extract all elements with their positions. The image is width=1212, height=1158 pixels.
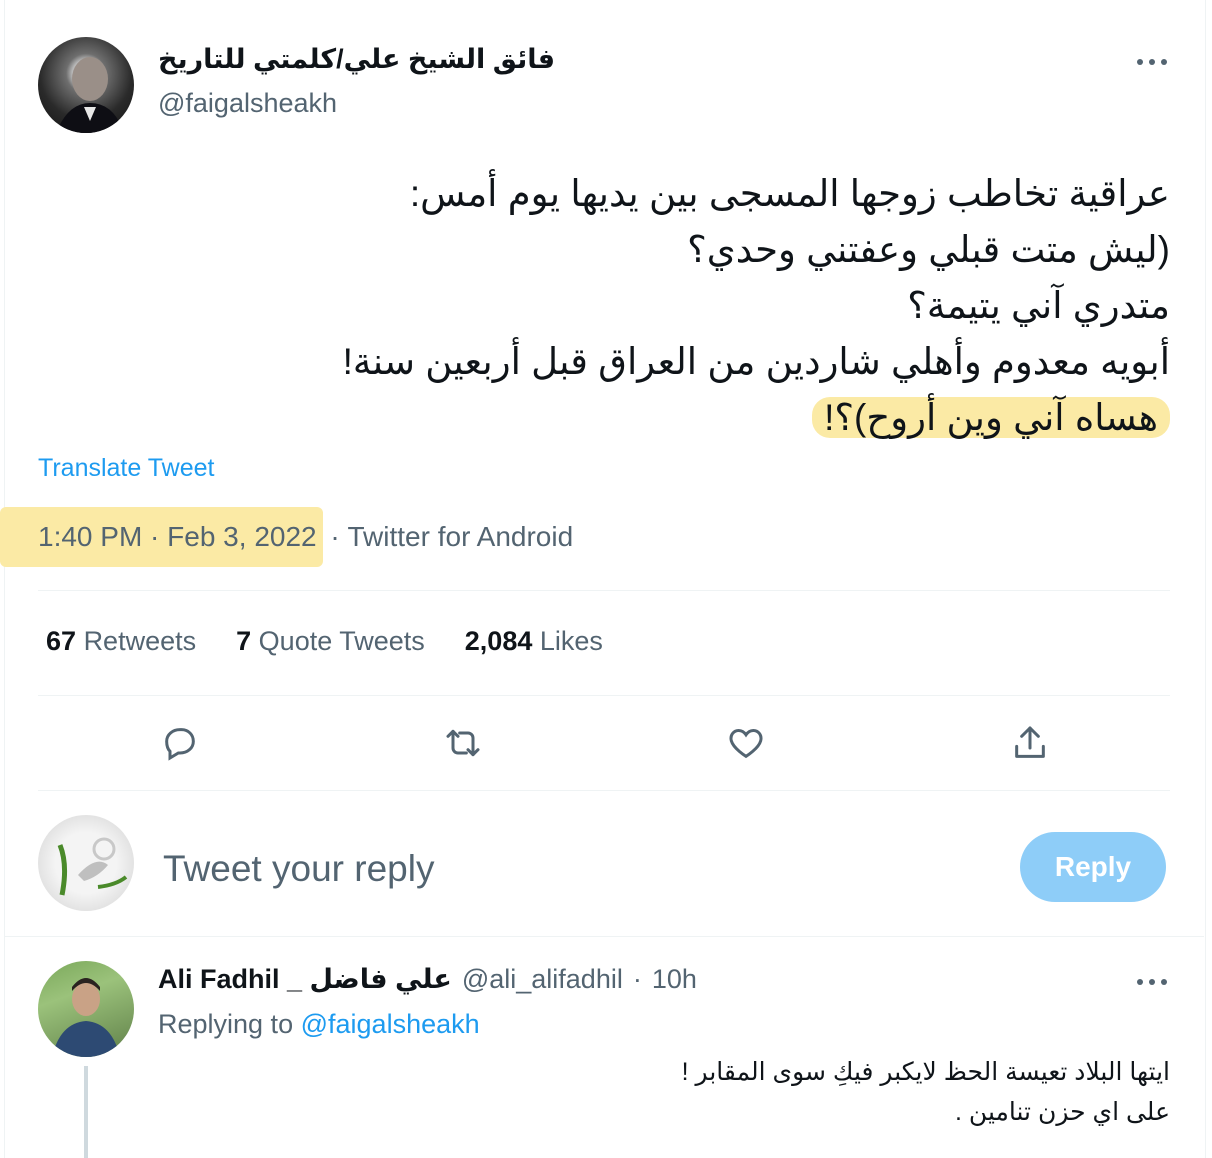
divider xyxy=(38,590,1170,591)
replying-to-prefix: Replying to xyxy=(158,1009,294,1039)
likes-count: 2,084 xyxy=(464,626,533,656)
tweet-line-highlighted: هساه آني وين أروح)؟! xyxy=(812,397,1170,438)
reply-author-handle[interactable]: @ali_alifadhil xyxy=(462,964,623,995)
retweets-count: 67 xyxy=(46,626,77,656)
reply-icon xyxy=(165,728,195,761)
reply-button[interactable]: Reply xyxy=(1020,832,1166,902)
retweets-label: Retweets xyxy=(83,626,197,656)
share-action[interactable] xyxy=(1006,719,1054,767)
author-handle[interactable]: @faigalsheakh xyxy=(158,88,337,119)
share-icon xyxy=(1015,726,1045,758)
translate-tweet-link[interactable]: Translate Tweet xyxy=(38,454,214,483)
current-user-avatar[interactable] xyxy=(38,815,134,911)
reply-header: Ali Fadhil _ علي فاضل @ali_alifadhil · 1… xyxy=(158,964,697,995)
reply-author-avatar[interactable] xyxy=(38,961,134,1057)
tweet-text: عراقية تخاطب زوجها المسجى بين يديها يوم … xyxy=(70,166,1170,446)
tweet-line: عراقية تخاطب زوجها المسجى بين يديها يوم … xyxy=(409,173,1170,214)
heart-icon xyxy=(729,728,763,759)
retweet-action[interactable] xyxy=(439,719,487,767)
tweet-timestamp[interactable]: 1:40 PM · Feb 3, 2022 xyxy=(0,507,323,567)
reply-more-icon[interactable] xyxy=(1134,968,1170,1003)
quote-tweets-count: 7 xyxy=(236,626,252,656)
divider xyxy=(38,695,1170,696)
tweet-meta-row: 1:40 PM · Feb 3, 2022 · Twitter for Andr… xyxy=(0,505,573,569)
quote-tweets-stat[interactable]: 7 Quote Tweets xyxy=(236,626,425,657)
tweet-line: (ليش متت قبلي وعفتني وحدي؟ xyxy=(687,229,1170,270)
tweet-line: متدري آني يتيمة؟ xyxy=(907,285,1170,326)
likes-label: Likes xyxy=(539,626,603,656)
more-icon[interactable] xyxy=(1134,48,1170,83)
meta-separator: · xyxy=(322,521,348,552)
reply-line: على اي حزن تنامين . xyxy=(955,1098,1170,1126)
tweet-source[interactable]: Twitter for Android xyxy=(348,521,574,553)
divider xyxy=(38,790,1170,791)
tweet-stats: 67 Retweets 7 Quote Tweets 2,084 Likes xyxy=(46,626,643,657)
retweets-stat[interactable]: 67 Retweets xyxy=(46,626,196,657)
replying-to-handle[interactable]: @faigalsheakh xyxy=(301,1009,480,1039)
reply-author-name[interactable]: Ali Fadhil _ علي فاضل xyxy=(158,964,452,995)
retweet-icon xyxy=(446,729,480,757)
section-divider xyxy=(4,936,1204,937)
reply-thread-line xyxy=(84,1066,88,1158)
reply-line: ايتها البلاد تعيسة الحظ لايكبر فيكِ سوى … xyxy=(681,1058,1170,1086)
like-action[interactable] xyxy=(722,719,770,767)
tweet-line: أبويه معدوم وأهلي شاردين من العراق قبل أ… xyxy=(342,341,1170,382)
replying-to-line: Replying to @faigalsheakh xyxy=(158,1009,480,1040)
reply-dot: · xyxy=(632,964,642,994)
author-display-name[interactable]: فائق الشيخ علي/كلمتي للتاريخ xyxy=(158,44,555,75)
reply-action[interactable] xyxy=(156,719,204,767)
author-avatar[interactable] xyxy=(38,37,134,133)
reply-input[interactable]: Tweet your reply xyxy=(163,848,434,890)
quote-tweets-label: Quote Tweets xyxy=(258,626,425,656)
likes-stat[interactable]: 2,084 Likes xyxy=(465,626,603,657)
reply-text: ايتها البلاد تعيسة الحظ لايكبر فيكِ سوى … xyxy=(170,1052,1170,1132)
reply-time[interactable]: 10h xyxy=(652,964,697,995)
